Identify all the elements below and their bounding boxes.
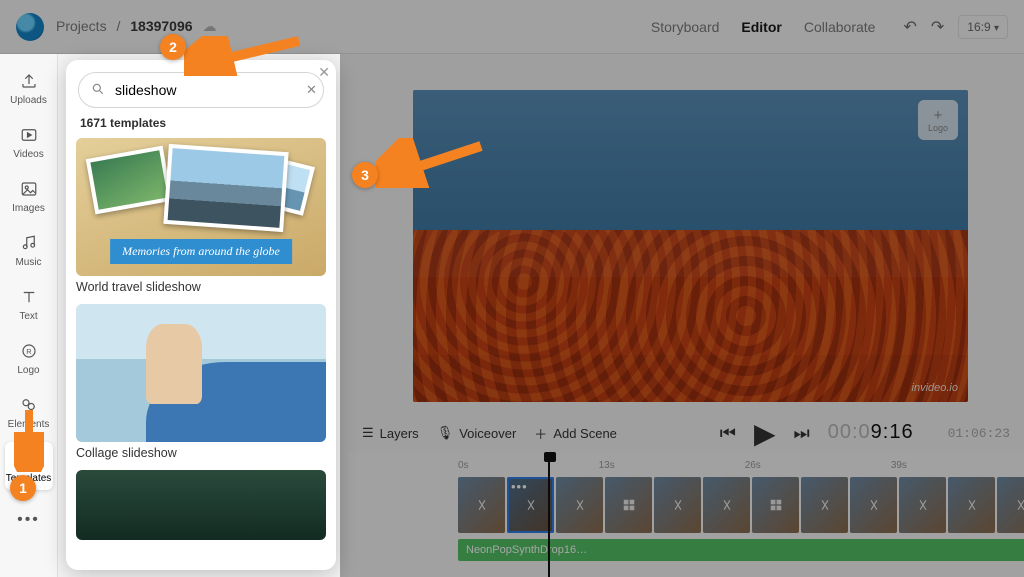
clip[interactable] <box>654 477 701 533</box>
results-count: 1671 templates <box>66 116 336 138</box>
timeline-ruler: 0s13s26s39s52s <box>458 460 1010 471</box>
template-thumbnail[interactable] <box>76 304 326 442</box>
template-thumbnail[interactable] <box>76 470 326 540</box>
preview-canvas[interactable]: + Logo invideo.io <box>413 90 968 402</box>
timeline-toolbar: ☰ Layers 🎙 Voiceover ＋ Add Scene ⏮ ▶ ⏭ 0… <box>348 416 1024 450</box>
clip[interactable] <box>556 477 603 533</box>
voiceover-button[interactable]: 🎙 Voiceover <box>437 425 517 441</box>
music-icon <box>19 233 39 253</box>
clip[interactable] <box>752 477 799 533</box>
layers-icon: ☰ <box>362 425 374 441</box>
tab-editor[interactable]: Editor <box>741 19 781 35</box>
tab-storyboard[interactable]: Storyboard <box>651 19 719 35</box>
rail-videos[interactable]: Videos <box>5 118 53 166</box>
template-name: Collage slideshow <box>76 446 326 460</box>
canvas-logo-placeholder[interactable]: + Logo <box>918 100 958 140</box>
audio-track[interactable]: NeonPopSynthDrop16… <box>458 539 1024 561</box>
rail-uploads[interactable]: Uploads <box>5 64 53 112</box>
templates-list[interactable]: Memories from around the globe World tra… <box>66 138 336 570</box>
clip[interactable] <box>899 477 946 533</box>
clip[interactable] <box>458 477 505 533</box>
playhead[interactable] <box>548 454 550 577</box>
redo-button[interactable]: ↷ <box>931 17 944 37</box>
undo-button[interactable]: ↶ <box>903 17 916 37</box>
project-id[interactable]: 18397096 <box>130 18 192 34</box>
tab-collaborate[interactable]: Collaborate <box>804 19 876 35</box>
clip-selected[interactable]: ••• <box>507 477 554 533</box>
search-input[interactable] <box>113 81 298 99</box>
annotation-marker-2: 2 <box>160 34 186 60</box>
template-item[interactable] <box>76 470 326 540</box>
video-icon <box>19 125 39 145</box>
clip[interactable] <box>997 477 1024 533</box>
clip[interactable] <box>605 477 652 533</box>
layers-button[interactable]: ☰ Layers <box>362 425 419 441</box>
play-button[interactable]: ▶ <box>754 417 776 450</box>
template-item[interactable]: Collage slideshow <box>76 304 326 460</box>
aspect-ratio-select[interactable]: 16:9 ▾ <box>958 15 1008 39</box>
clip[interactable] <box>948 477 995 533</box>
timeline[interactable]: 0s13s26s39s52s ••• NeonPopSynthDrop16… <box>348 452 1024 577</box>
rail-images[interactable]: Images <box>5 172 53 220</box>
search-input-wrap[interactable]: ✕ <box>78 72 324 108</box>
plus-icon: ＋ <box>534 424 547 443</box>
next-button[interactable]: ⏭ <box>794 423 810 444</box>
annotation-arrow-2 <box>184 36 304 76</box>
rail-logo[interactable]: R Logo <box>5 334 53 382</box>
annotation-arrow-1 <box>14 406 44 472</box>
top-bar: Projects / 18397096 ☁︎ Storyboard Editor… <box>0 0 1024 54</box>
upload-icon <box>19 71 39 91</box>
add-scene-button[interactable]: ＋ Add Scene <box>534 424 617 443</box>
template-item[interactable]: Memories from around the globe World tra… <box>76 138 326 294</box>
template-name: World travel slideshow <box>76 280 326 294</box>
time-elapsed: 00:09:16 <box>828 421 914 445</box>
annotation-marker-3: 3 <box>352 162 378 188</box>
template-caption: Memories from around the globe <box>110 239 292 264</box>
clear-search-button[interactable]: ✕ <box>306 82 317 98</box>
more-icon: ••• <box>19 510 39 530</box>
breadcrumb: Projects / 18397096 ☁︎ <box>56 18 216 35</box>
clip[interactable] <box>850 477 897 533</box>
annotation-arrow-3 <box>376 138 486 188</box>
projects-link[interactable]: Projects <box>56 18 107 34</box>
clip-track[interactable]: ••• <box>458 477 1010 533</box>
chevron-down-icon: ▾ <box>994 23 999 34</box>
search-icon <box>91 82 105 99</box>
annotation-marker-1: 1 <box>10 475 36 501</box>
image-icon <box>19 179 39 199</box>
mic-icon: 🎙 <box>437 425 454 441</box>
templates-panel: ✕ ✕ 1671 templates Memories from around … <box>66 60 336 570</box>
cloud-sync-icon: ☁︎ <box>202 18 216 34</box>
app-logo <box>16 13 44 41</box>
panel-close-button[interactable]: ✕ <box>318 64 330 81</box>
canvas-watermark: invideo.io <box>912 382 958 394</box>
time-total: 01:06:23 <box>948 426 1010 441</box>
rail-more[interactable]: ••• <box>5 496 53 544</box>
text-icon <box>19 287 39 307</box>
template-thumbnail[interactable]: Memories from around the globe <box>76 138 326 276</box>
rail-text[interactable]: Text <box>5 280 53 328</box>
rail-music[interactable]: Music <box>5 226 53 274</box>
prev-button[interactable]: ⏮ <box>720 423 736 444</box>
clip[interactable] <box>801 477 848 533</box>
logo-icon: R <box>19 341 39 361</box>
svg-text:R: R <box>26 347 32 356</box>
clip[interactable] <box>703 477 750 533</box>
